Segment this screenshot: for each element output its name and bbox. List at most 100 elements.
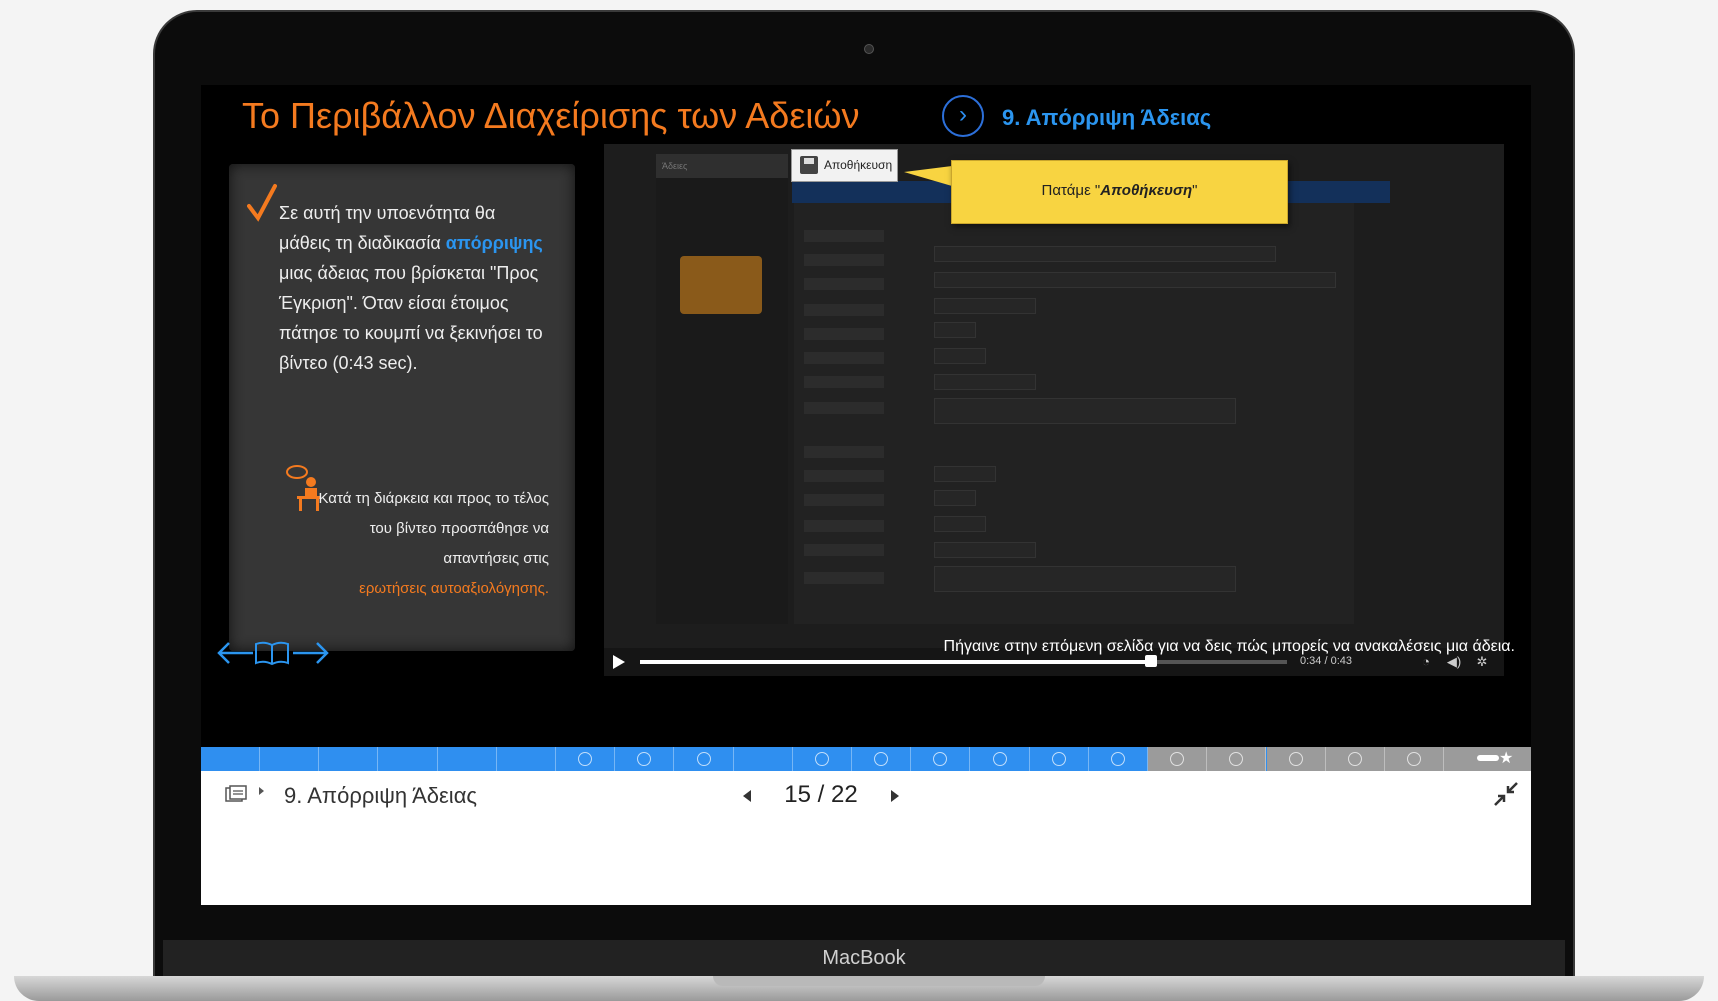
video-form-row	[804, 278, 884, 290]
progress-segment[interactable]	[1385, 747, 1444, 771]
quiz-marker-icon	[1111, 752, 1125, 766]
quiz-marker-icon	[696, 752, 711, 766]
video-form-row	[804, 376, 884, 388]
floppy-disk-icon	[800, 156, 818, 174]
video-form-field	[934, 490, 976, 506]
table-of-contents-icon[interactable]	[225, 785, 247, 803]
progress-segment[interactable]	[1030, 747, 1089, 771]
star-icon: ★	[1499, 750, 1514, 767]
progress-segment[interactable]	[734, 747, 793, 771]
arrow-left-icon[interactable]	[215, 638, 255, 668]
video-form-row	[804, 446, 884, 458]
breadcrumb[interactable]: 9. Απόρριψη Άδειας	[284, 783, 477, 809]
progress-segment[interactable]	[201, 747, 260, 771]
callout-emphasis: Αποθήκευση	[1100, 182, 1193, 199]
quiz-marker-icon	[1229, 752, 1244, 766]
info-panel: Σε αυτή την υποενότητα θα μάθεις τη διαδ…	[229, 164, 575, 651]
laptop-chin: MacBook	[163, 940, 1565, 976]
save-button[interactable]: Αποθήκευση	[791, 149, 898, 182]
gear-icon[interactable]: ✲	[1474, 655, 1490, 669]
volume-icon[interactable]: ◀)	[1446, 655, 1462, 669]
callout-suffix: "	[1192, 182, 1198, 199]
video-form-field	[934, 374, 1036, 390]
progress-segment[interactable]	[1207, 747, 1267, 771]
seek-bar-thumb[interactable]	[1145, 655, 1158, 667]
video-form-row	[804, 352, 884, 364]
progress-segment[interactable]	[438, 747, 497, 771]
video-form-row	[804, 328, 884, 340]
progress-segment[interactable]	[497, 747, 556, 771]
lesson-title: Το Περιβάλλον Διαχείρισης των Αδειών	[242, 95, 860, 136]
video-form-row	[804, 304, 884, 316]
checkmark-icon	[247, 184, 277, 222]
laptop-base	[14, 976, 1704, 1001]
next-page-icon[interactable]	[891, 790, 899, 802]
video-form-row	[804, 544, 884, 556]
video-form-field	[934, 516, 986, 532]
quiz-marker-icon	[874, 752, 889, 766]
video-player[interactable]: Άδειες Αποθήκευση Πατάμε "Αποθήκευση" 0:…	[604, 144, 1504, 676]
progress-segment[interactable]	[1266, 747, 1326, 771]
self-assessment-note: Κατά τη διάρκεια και προς το τέλος του β…	[309, 484, 549, 604]
progress-segment[interactable]	[971, 747, 1030, 771]
camera-dot	[864, 44, 874, 54]
play-icon[interactable]	[613, 655, 625, 669]
key-icon	[1477, 755, 1499, 761]
page-indicator: 15 / 22	[784, 781, 858, 808]
video-form-row	[804, 494, 884, 506]
arrow-right-icon[interactable]	[291, 638, 331, 668]
video-form-field	[934, 398, 1236, 424]
progress-segment[interactable]	[852, 747, 912, 771]
video-form-row	[804, 470, 884, 482]
seek-bar-played	[640, 660, 1152, 664]
self-assessment-link[interactable]: ερωτήσεις αυτοαξιολόγησης.	[359, 580, 549, 597]
intro-highlight: απόρριψης	[445, 233, 543, 253]
progress-segment[interactable]	[793, 747, 852, 771]
quiz-marker-icon	[815, 752, 829, 766]
footer-bar: 9. Απόρριψη Άδειας 15 / 22	[201, 771, 1531, 905]
book-icon[interactable]	[253, 639, 291, 667]
progress-segment[interactable]	[379, 747, 438, 771]
final-quiz-segment[interactable]: ★	[1461, 747, 1531, 771]
video-sidebar-heading: Άδειες	[656, 154, 788, 178]
progress-segment[interactable]	[615, 747, 675, 771]
self-assessment-text: Κατά τη διάρκεια και προς το τέλος του β…	[318, 490, 549, 567]
intro-text: Σε αυτή την υποενότητα θα μάθεις τη διαδ…	[279, 198, 549, 378]
progress-segment[interactable]	[675, 747, 734, 771]
progress-segment[interactable]	[1089, 747, 1148, 771]
video-form-field	[934, 322, 976, 338]
quiz-marker-icon	[992, 752, 1007, 766]
intro-text-part2: μιας άδειας που βρίσκεται "Προς Έγκριση"…	[279, 263, 543, 373]
lesson-screen: Το Περιβάλλον Διαχείρισης των Αδειών › 9…	[201, 85, 1531, 905]
laptop-base-notch	[713, 976, 1045, 986]
save-button-label: Αποθήκευση	[824, 158, 893, 172]
folder-icon	[680, 256, 762, 314]
breadcrumb-caret-icon	[259, 787, 264, 795]
video-form-field	[934, 246, 1276, 262]
video-form-row	[804, 254, 884, 266]
quiz-marker-icon	[1407, 752, 1421, 766]
progress-segment[interactable]	[1325, 747, 1385, 771]
speed-icon[interactable]: ◔	[1418, 655, 1434, 669]
video-form-field	[934, 566, 1236, 592]
progress-segment[interactable]	[556, 747, 616, 771]
progress-segment[interactable]	[260, 747, 320, 771]
progress-segment[interactable]	[1148, 747, 1208, 771]
quiz-marker-icon	[1288, 752, 1303, 766]
quiz-marker-icon	[1347, 752, 1362, 766]
video-form-field	[934, 348, 986, 364]
video-form-field	[934, 272, 1336, 288]
progress-segment[interactable]	[319, 747, 379, 771]
video-form-field	[934, 542, 1036, 558]
seek-bar[interactable]	[640, 655, 1287, 667]
video-form-row	[804, 520, 884, 532]
progress-segment[interactable]	[911, 747, 971, 771]
collapse-icon[interactable]	[1493, 781, 1519, 807]
callout-pointer	[904, 166, 952, 186]
video-form-row	[804, 572, 884, 584]
section-heading: 9. Απόρριψη Άδειας	[1002, 105, 1212, 130]
video-form-row	[804, 230, 884, 242]
quiz-marker-icon	[1051, 752, 1066, 766]
quiz-marker-icon	[1170, 752, 1185, 766]
quiz-marker-icon	[933, 752, 948, 766]
